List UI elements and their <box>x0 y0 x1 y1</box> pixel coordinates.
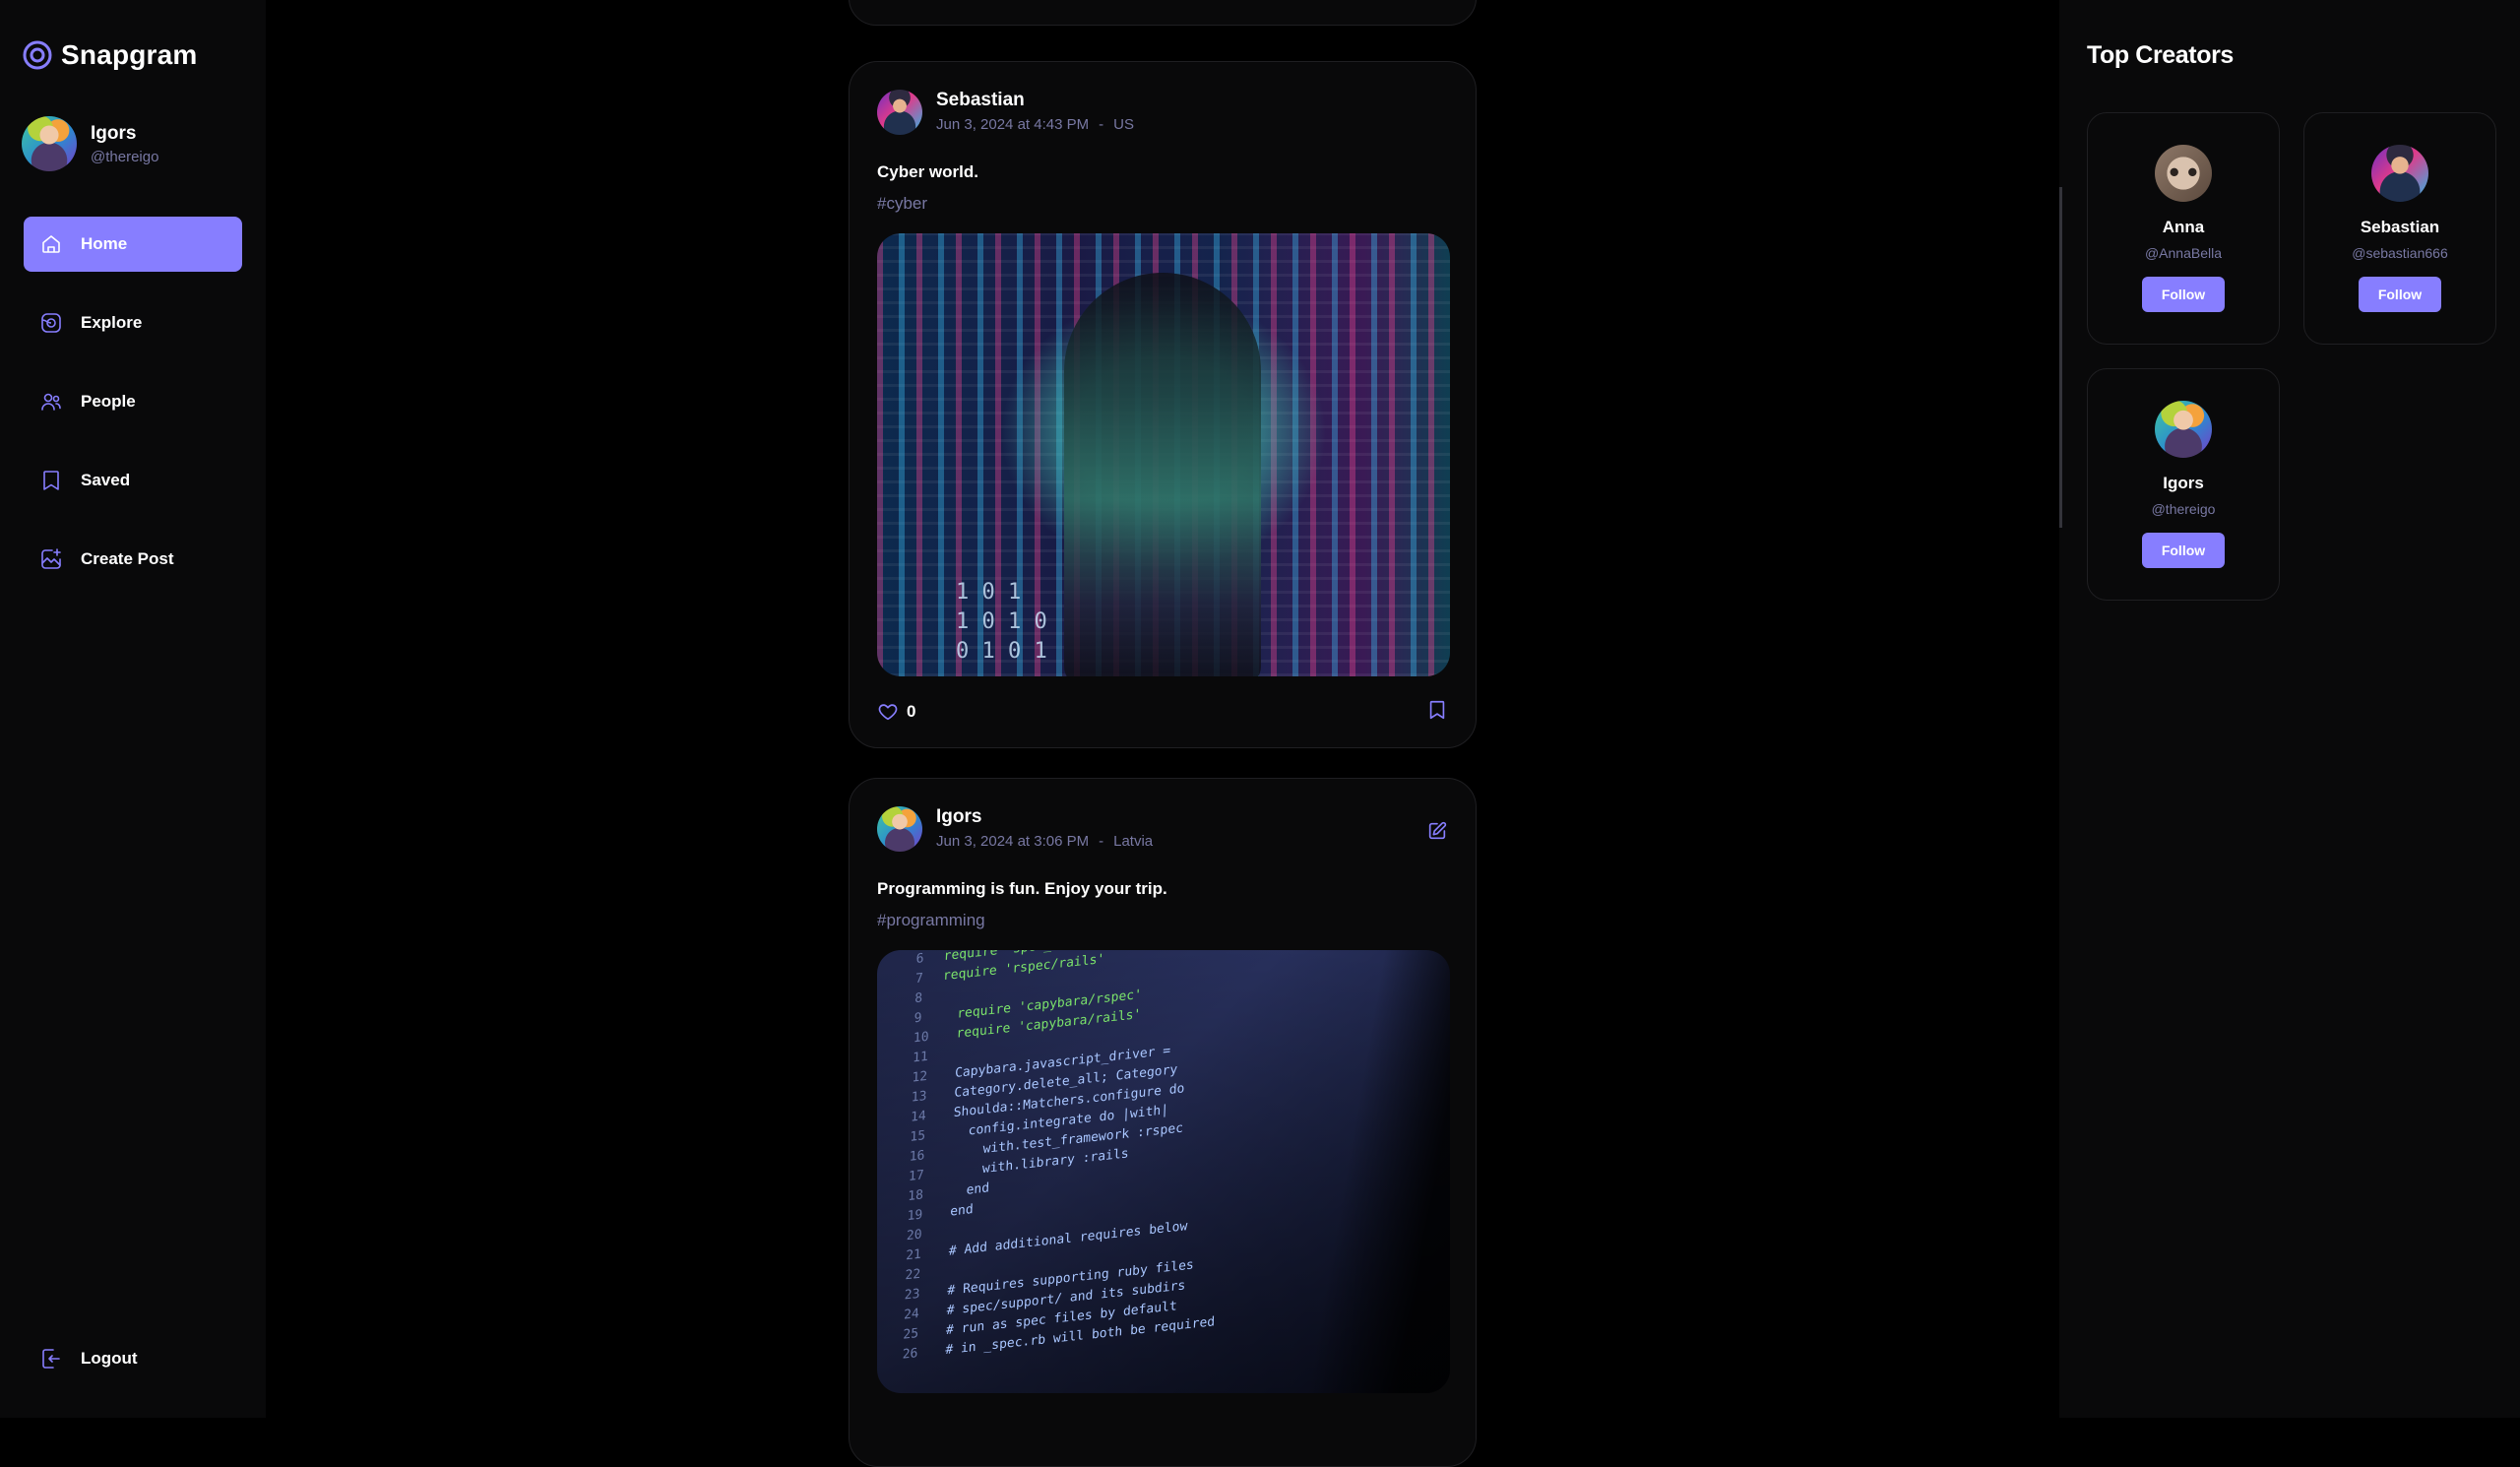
creator-card[interactable]: Igors @thereigo Follow <box>2087 368 2280 601</box>
sidebar-item-label: Saved <box>81 471 131 489</box>
creator-name: Sebastian <box>2360 218 2440 236</box>
home-icon <box>42 235 60 253</box>
sidebar-item-home[interactable]: Home <box>24 217 242 272</box>
scrollbar[interactable] <box>2059 187 2062 528</box>
logout-area: Logout <box>24 1331 242 1410</box>
post-author-avatar[interactable] <box>877 90 922 135</box>
creator-handle: @thereigo <box>2151 501 2216 517</box>
sidebar-item-label: People <box>81 392 136 411</box>
sidebar-item-label: Home <box>81 234 128 253</box>
post-header: Sebastian Jun 3, 2024 at 4:43 PM - US <box>877 90 1448 135</box>
avatar <box>2371 145 2428 202</box>
post-caption: Programming is fun. Enjoy your trip. <box>877 879 1167 898</box>
post-author[interactable]: Sebastian <box>936 90 1134 111</box>
creator-handle: @AnnaBella <box>2144 245 2223 261</box>
meta-separator: - <box>1099 833 1104 850</box>
post-image[interactable]: 1 0 11 0 1 00 1 0 1 <box>877 233 1450 676</box>
sidebar-item-label: Create Post <box>81 549 174 568</box>
post-location: Latvia <box>1113 833 1154 850</box>
profile-summary[interactable]: Igors @thereigo <box>22 116 158 171</box>
avatar <box>2155 145 2212 202</box>
snapgram-logo-icon <box>23 40 52 70</box>
post-date: Jun 3, 2024 at 4:43 PM <box>936 116 1090 133</box>
avatar <box>22 116 77 171</box>
creator-handle: @sebastian666 <box>2352 245 2448 261</box>
sidebar-item-explore[interactable]: Explore <box>24 295 242 351</box>
sidebar-item-saved[interactable]: Saved <box>24 453 242 508</box>
previous-post-card <box>849 0 1477 26</box>
logout-icon <box>42 1349 60 1369</box>
creator-name: Anna <box>2162 218 2205 236</box>
post-meta: Jun 3, 2024 at 4:43 PM - US <box>936 116 1134 133</box>
creator-card[interactable]: Sebastian @sebastian666 Follow <box>2303 112 2496 345</box>
edit-post-button[interactable] <box>1426 820 1448 847</box>
post-header: Igors Jun 3, 2024 at 3:06 PM - Latvia <box>877 806 1448 852</box>
logout-button[interactable]: Logout <box>24 1331 242 1386</box>
create-post-icon <box>41 548 61 569</box>
post-image-decoration: 6require 'spec_helper' 7require 'rspec/r… <box>902 950 1216 1363</box>
post-author-avatar[interactable] <box>877 806 922 852</box>
follow-button[interactable]: Follow <box>2142 277 2225 312</box>
like-count: 0 <box>907 702 916 721</box>
post-meta: Jun 3, 2024 at 3:06 PM - Latvia <box>936 833 1153 850</box>
explore-icon <box>41 313 61 333</box>
avatar <box>2155 401 2212 458</box>
profile-handle: @thereigo <box>91 148 159 165</box>
profile-name: Igors <box>91 122 137 144</box>
meta-separator: - <box>1099 116 1104 133</box>
follow-button[interactable]: Follow <box>2142 533 2225 568</box>
bookmark-icon <box>43 471 59 490</box>
top-creators-title: Top Creators <box>2087 41 2234 69</box>
left-sidebar: Snapgram Igors @thereigo Home Explore Pe… <box>0 0 266 1418</box>
creator-name: Igors <box>2163 474 2204 492</box>
post-author[interactable]: Igors <box>936 806 1153 828</box>
creator-card[interactable]: Anna @AnnaBella Follow <box>2087 112 2280 345</box>
post-hashtag[interactable]: #cyber <box>877 194 1448 214</box>
app-name: Snapgram <box>61 39 198 70</box>
app-logo[interactable]: Snapgram <box>22 39 198 71</box>
post-hashtag[interactable]: #programming <box>877 911 1448 930</box>
sidebar-nav: Home Explore People Saved Create Post <box>24 217 242 610</box>
post-image-decoration: 1 0 11 0 1 00 1 0 1 <box>956 580 1047 664</box>
sidebar-item-label: Explore <box>81 313 143 332</box>
post-actions: 0 <box>877 676 1448 747</box>
post-location: US <box>1113 116 1134 133</box>
people-icon <box>41 393 61 411</box>
like-button[interactable]: 0 <box>877 701 915 723</box>
bookmark-icon <box>1429 700 1445 719</box>
follow-button[interactable]: Follow <box>2359 277 2441 312</box>
post-image[interactable]: 6require 'spec_helper' 7require 'rspec/r… <box>877 950 1450 1393</box>
post-card: Sebastian Jun 3, 2024 at 4:43 PM - US Cy… <box>849 61 1477 748</box>
sidebar-item-people[interactable]: People <box>24 374 242 429</box>
sidebar-item-create-post[interactable]: Create Post <box>24 532 242 587</box>
logout-label: Logout <box>81 1349 138 1368</box>
heart-icon <box>878 704 898 721</box>
post-card: Igors Jun 3, 2024 at 3:06 PM - Latvia Pr… <box>849 778 1477 1467</box>
save-post-button[interactable] <box>1426 699 1448 726</box>
post-image-subject <box>1064 273 1261 676</box>
post-date: Jun 3, 2024 at 3:06 PM <box>936 833 1090 850</box>
post-caption: Cyber world. <box>877 162 978 181</box>
edit-icon <box>1428 821 1447 840</box>
top-creators-panel: Top Creators Anna @AnnaBella Follow Seba… <box>2059 0 2520 1418</box>
